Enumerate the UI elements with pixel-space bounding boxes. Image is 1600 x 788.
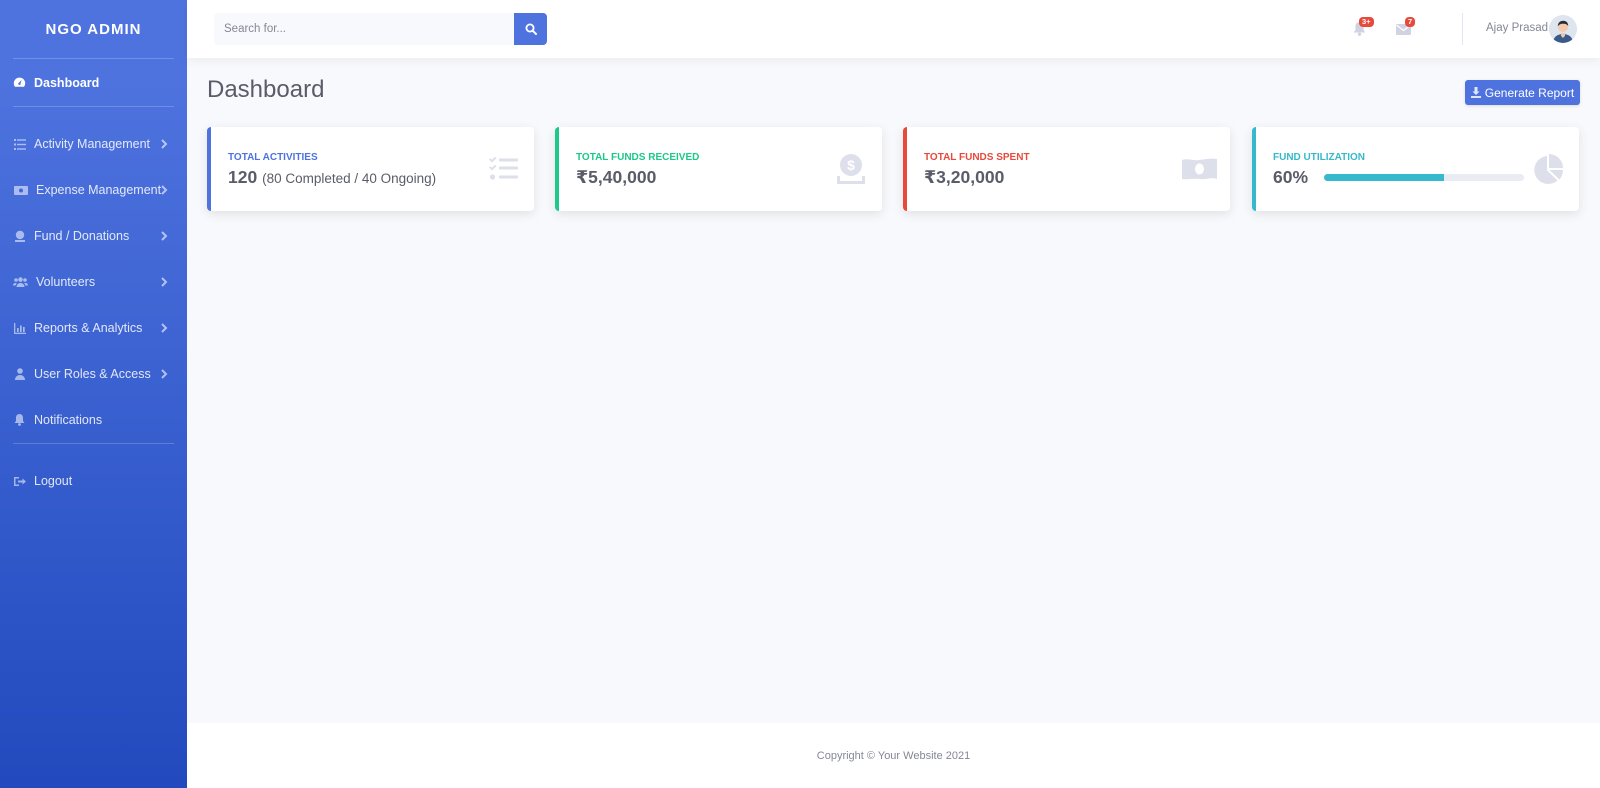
donate-icon (13, 230, 26, 243)
sidebar-item-label: Notifications (34, 413, 103, 427)
sidebar-item-label: Reports & Analytics (34, 321, 143, 335)
generate-report-button[interactable]: Generate Report (1465, 80, 1580, 105)
users-icon (13, 276, 28, 289)
messages-button[interactable]: 7 (1394, 17, 1416, 38)
chevron-right-icon (159, 323, 169, 333)
card-label: Fund Utilization (1273, 152, 1366, 163)
sidebar-item-label: Volunteers (36, 275, 96, 289)
sidebar-item-logout[interactable]: Logout (0, 458, 187, 504)
card-total-funds-received: Total Funds Received ₹5,40,000 $ (555, 127, 882, 211)
chevron-right-icon (159, 369, 169, 379)
search-button[interactable] (514, 13, 547, 45)
fund-utilization-progress (1324, 174, 1524, 181)
sidebar-item-dashboard[interactable]: Dashboard (0, 59, 187, 106)
card-value-sub: (80 Completed / 40 Ongoing) (262, 171, 437, 186)
chart-bar-icon (13, 322, 26, 335)
sign-out-icon (13, 475, 26, 488)
search-input[interactable] (214, 13, 514, 45)
download-icon (1470, 87, 1481, 98)
svg-text:$: $ (847, 157, 855, 173)
messages-badge: 7 (1405, 17, 1416, 27)
search-icon (525, 23, 537, 35)
sidebar-item-reports-analytics[interactable]: Reports & Analytics (0, 305, 187, 351)
alerts-badge: 3+ (1359, 17, 1374, 27)
money-bill-icon (13, 184, 28, 197)
topbar: 3+ 7 Ajay Prasad (187, 0, 1600, 58)
sidebar-item-label: Fund / Donations (34, 229, 130, 243)
card-label: Total Funds Spent (924, 152, 1030, 163)
money-bill-icon (1181, 153, 1217, 185)
card-label: Total Funds Received (576, 152, 700, 163)
topbar-divider (1462, 13, 1463, 45)
tasks-icon (487, 153, 519, 185)
card-fund-utilization: Fund Utilization 60% (1252, 127, 1579, 211)
generate-report-label: Generate Report (1484, 85, 1575, 100)
chevron-right-icon (159, 277, 169, 287)
sidebar-item-volunteers[interactable]: Volunteers (0, 259, 187, 305)
sidebar-item-notifications[interactable]: Notifications (0, 397, 187, 443)
sidebar-item-expense-management[interactable]: Expense Management (0, 167, 187, 213)
footer: Copyright © Your Website 2021 (187, 723, 1600, 788)
card-value: 60% (1273, 167, 1309, 187)
user-name[interactable]: Ajay Prasad (1486, 22, 1548, 34)
sidebar: NGO ADMIN Dashboard Activity Management … (0, 0, 187, 788)
sidebar-item-user-roles-access[interactable]: User Roles & Access (0, 351, 187, 397)
sidebar-item-activity-management[interactable]: Activity Management (0, 121, 187, 167)
pie-chart-icon (1532, 153, 1564, 185)
sidebar-item-label: User Roles & Access (34, 367, 151, 381)
alerts-button[interactable]: 3+ (1350, 17, 1374, 38)
brand-logo[interactable]: NGO ADMIN (0, 0, 187, 58)
chevron-right-icon (159, 185, 169, 195)
user-icon (13, 368, 26, 381)
copyright-text: Copyright © Your Website 2021 (816, 749, 971, 762)
card-total-activities: Total Activities 120 (80 Completed / 40 … (207, 127, 534, 211)
card-value: 120 (80 Completed / 40 Ongoing) (228, 167, 436, 188)
chevron-right-icon (159, 139, 169, 149)
list-icon (13, 138, 26, 151)
card-value-number: 120 (228, 167, 258, 187)
sidebar-item-label: Expense Management (36, 183, 162, 197)
bell-icon (13, 414, 26, 427)
coin-hand-icon: $ (835, 153, 867, 185)
chevron-right-icon (159, 231, 169, 241)
page-title: Dashboard (207, 76, 325, 103)
card-value: ₹3,20,000 (924, 167, 1005, 187)
sidebar-item-fund-donations[interactable]: Fund / Donations (0, 213, 187, 259)
card-label: Total Activities (228, 152, 318, 163)
progress-fill (1324, 174, 1444, 181)
sidebar-item-label: Logout (34, 474, 73, 488)
tachometer-icon (13, 76, 26, 89)
sidebar-item-label: Activity Management (34, 137, 151, 151)
card-value: ₹5,40,000 (576, 167, 657, 187)
sidebar-item-label: Dashboard (34, 75, 100, 90)
search-bar (214, 13, 547, 45)
card-total-funds-spent: Total Funds Spent ₹3,20,000 (903, 127, 1230, 211)
avatar[interactable] (1549, 15, 1577, 43)
